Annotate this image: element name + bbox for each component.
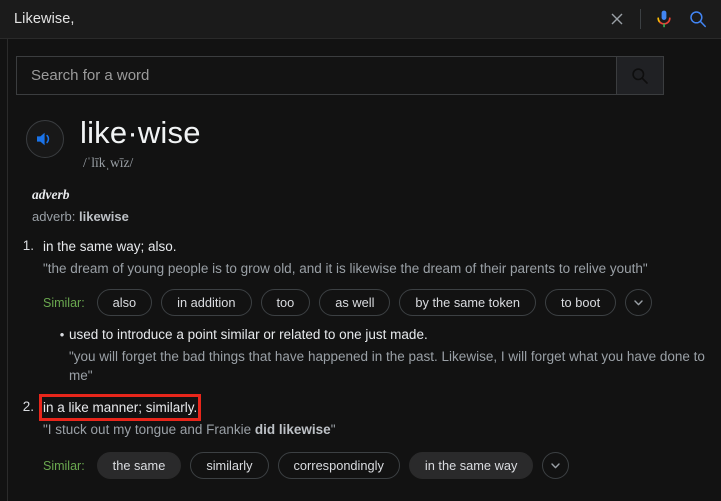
headword-text-group: like·wise /ˈlīkˌwīz/ (80, 116, 201, 171)
sense-number: 1. (22, 238, 34, 253)
subsense-definition: used to introduce a point similar or rel… (69, 327, 428, 342)
example-prefix: "I stuck out my tongue and Frankie (43, 422, 255, 437)
browser-omnibox[interactable]: Likewise, (0, 0, 721, 39)
sense-definition-highlighted: in a like manner; similarly. (38, 394, 202, 421)
sense-definition: in the same way; also. (43, 239, 177, 254)
sense-item: 1. in the same way; also. "the dream of … (8, 237, 721, 385)
synonym-chip[interactable]: also (96, 289, 153, 316)
similar-row: Similar: the same similarly correspondin… (43, 452, 721, 479)
sense-example: "the dream of young people is to grow ol… (43, 261, 648, 276)
speaker-icon (37, 132, 50, 146)
page-title: like·wise (80, 115, 201, 150)
synonym-chip[interactable]: similarly (190, 452, 269, 479)
subsense-bullet: • (59, 327, 65, 342)
synonym-chip[interactable]: by the same token (399, 289, 536, 316)
search-input[interactable] (29, 66, 604, 85)
sense-list: 1. in the same way; also. "the dream of … (8, 237, 721, 483)
omnibox-search-button[interactable] (681, 0, 715, 39)
sense-body: in the same way; also. "the dream of you… (43, 237, 721, 385)
part-of-speech: adverb (32, 187, 70, 202)
subsense-body: used to introduce a point similar or rel… (69, 325, 721, 385)
expand-synonyms-button[interactable] (542, 452, 570, 479)
part-of-speech-line: adverb: likewise (32, 209, 721, 224)
pos-prefix: adverb: (32, 209, 76, 224)
pos-word: likewise (79, 209, 129, 224)
sense-example: "I stuck out my tongue and Frankie did l… (43, 420, 721, 439)
magnifier-icon (632, 67, 648, 84)
page-content: like·wise /ˈlīkˌwīz/ adverb adverb: like… (7, 39, 721, 501)
omnibox-query[interactable]: Likewise, (0, 11, 600, 27)
subsense-example: "you will forget the bad things that hav… (69, 349, 705, 383)
chevron-down-icon (551, 463, 561, 469)
close-icon (611, 13, 623, 25)
search-submit-button[interactable] (617, 56, 664, 95)
search-input-wrapper[interactable] (16, 56, 617, 95)
example-suffix: " (330, 422, 336, 437)
similar-row: Similar: also in addition too as well by… (43, 289, 721, 316)
microphone-icon (657, 10, 671, 28)
expand-synonyms-button[interactable] (625, 289, 653, 316)
clear-query-button[interactable] (600, 0, 634, 39)
pronounce-audio-button[interactable] (26, 120, 64, 158)
headword-block: like·wise /ˈlīkˌwīz/ (26, 116, 721, 171)
similar-label: Similar: (43, 295, 85, 310)
phonetic-transcription: /ˈlīkˌwīz/ (83, 155, 134, 170)
synonym-chip[interactable]: too (260, 289, 311, 316)
synonym-chip[interactable]: correspondingly (277, 452, 400, 479)
synonym-chip[interactable]: in the same way (408, 452, 534, 479)
example-bold: did likewise (254, 422, 331, 437)
synonym-chip[interactable]: the same (96, 452, 182, 479)
similar-label: Similar: (43, 458, 85, 473)
subsense-item: • used to introduce a point similar or r… (55, 325, 721, 385)
dictionary-page: Likewise, Search for a word like·wise /ˈ… (0, 0, 721, 501)
synonym-chip[interactable]: as well (319, 289, 391, 316)
chevron-down-icon (634, 300, 643, 306)
sense-item: 2. in a like manner; similarly. "I stuck… (8, 394, 721, 483)
sense-number: 2. (22, 399, 34, 414)
synonym-chip[interactable]: in addition (161, 289, 252, 316)
synonym-chip[interactable]: to boot (545, 289, 617, 316)
omnibox-separator (640, 9, 641, 29)
word-search-row (16, 56, 664, 95)
sense-body: in a like manner; similarly. "I stuck ou… (38, 394, 721, 483)
search-icon (690, 11, 706, 28)
voice-search-button[interactable] (647, 0, 681, 39)
